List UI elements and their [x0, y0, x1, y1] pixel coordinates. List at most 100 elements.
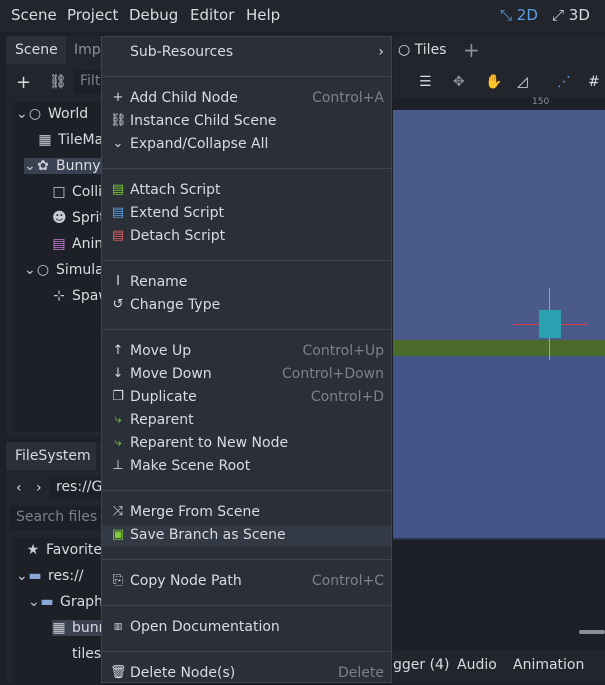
menu-item-sub-resources[interactable]: Sub-Resources ›: [102, 42, 391, 64]
menu-separator: [102, 651, 391, 652]
mode-3d-button[interactable]: ⤢ 3D: [552, 6, 590, 24]
menu-editor[interactable]: Editor: [190, 6, 234, 24]
pivot-icon[interactable]: ✥: [453, 74, 465, 90]
tab-audio[interactable]: Audio: [457, 657, 497, 673]
menu-item-reparent-to-new-node[interactable]: ⤷ Reparent to New Node: [102, 433, 391, 455]
path-field[interactable]: res://G: [50, 476, 102, 500]
tree-item-animation[interactable]: ▤ Anim: [52, 236, 108, 252]
rotate-icon: ↺: [112, 297, 124, 312]
circle-node-icon: ○: [36, 262, 50, 278]
tree-item-sprite[interactable]: ☻ Sprit: [52, 210, 105, 226]
tab-animation[interactable]: Animation: [513, 657, 584, 673]
scene-dock: Scene Imp + ⛓ Filt ⌄○ World ▦ TileMa ⌄✿ Bun…: [6, 36, 111, 436]
filesystem-dock: FileSystem ‹ › res://G Search files ★ Fav…: [6, 442, 118, 683]
menu-item-attach-script[interactable]: ▤ Attach Script: [102, 180, 391, 202]
back-arrow-icon[interactable]: ‹: [16, 480, 22, 496]
reparent-new-icon: ⤷: [114, 435, 122, 450]
tab-scene[interactable]: Scene: [15, 42, 58, 58]
menu-item-move-up[interactable]: ↑ Move Up Control+Up: [102, 341, 391, 363]
ground-tiles: [393, 340, 605, 356]
filter-input[interactable]: Filt: [74, 70, 101, 94]
menu-item-copy-node-path[interactable]: ⎘ Copy Node Path Control+C: [102, 571, 391, 593]
folder-icon: ▬: [28, 568, 42, 584]
tree-item-graphics[interactable]: ⌄▬ Graph: [28, 594, 103, 610]
menu-item-make-scene-root[interactable]: ⊥ Make Scene Root: [102, 456, 391, 478]
bunny-node-icon: ✿: [37, 158, 49, 174]
3d-mode-icon: ⤢: [552, 6, 565, 24]
snap-icon[interactable]: ⋰: [557, 74, 571, 90]
tree-item-tilemap[interactable]: ▦ TileMa: [38, 132, 103, 148]
collision-shape-icon: □: [52, 184, 66, 200]
animation-player-icon: ▤: [52, 236, 66, 252]
tree-item-favorites[interactable]: ★ Favorites: [26, 542, 110, 558]
search-files-input[interactable]: Search files: [10, 506, 101, 530]
tree-item-simulation[interactable]: ⌄○ Simula: [24, 262, 104, 278]
image-file-icon: ▦: [52, 620, 66, 636]
tree-item-res[interactable]: ⌄▬ res://: [16, 568, 84, 584]
rename-icon: I: [116, 274, 120, 289]
forward-arrow-icon[interactable]: ›: [36, 480, 42, 496]
menu-scene[interactable]: Scene: [11, 6, 57, 24]
menu-item-detach-script[interactable]: ▤ Detach Script: [102, 226, 391, 248]
reparent-icon: ⤷: [114, 412, 122, 427]
top-menubar: Scene Project Debug Editor Help ⤡ 2D ⤢ 3…: [0, 0, 605, 32]
tree-item-bunny[interactable]: ⌄✿ Bunny: [24, 158, 111, 174]
menu-item-add-child-node[interactable]: + Add Child Node Control+A: [102, 88, 391, 110]
menu-item-instance-child-scene[interactable]: ⛓ Instance Child Scene: [102, 111, 391, 133]
menu-separator: [102, 605, 391, 606]
menu-item-open-documentation[interactable]: ▥ Open Documentation: [102, 617, 391, 639]
2d-mode-icon: ⤡: [500, 6, 513, 24]
tab-tiles[interactable]: ○ Tiles: [398, 42, 446, 58]
viewport-toolbar: ○ Tiles + ☰ ✥ ✋ ◿ ⋰ # 150: [393, 36, 605, 110]
submenu-arrow-icon: ›: [378, 44, 384, 60]
tab-import[interactable]: Imp: [74, 42, 101, 58]
script-remove-icon: ▤: [111, 228, 125, 243]
menu-item-expand-collapse[interactable]: ⌄ Expand/Collapse All: [102, 134, 391, 156]
menu-separator: [102, 329, 391, 330]
move-down-icon: ↓: [112, 366, 124, 381]
menu-item-save-branch-as-scene[interactable]: ▣ Save Branch as Scene: [102, 525, 391, 547]
tree-item-world[interactable]: ⌄○ World: [16, 106, 88, 122]
menu-item-extend-script[interactable]: ▤ Extend Script: [102, 203, 391, 225]
ruler-icon[interactable]: ◿: [517, 74, 528, 90]
add-node-icon[interactable]: +: [16, 72, 31, 93]
trash-icon: 🗑: [110, 665, 127, 680]
add-tab-icon[interactable]: +: [463, 38, 480, 62]
menu-item-merge-from-scene[interactable]: ⤨ Merge From Scene: [102, 502, 391, 524]
menu-item-change-type[interactable]: ↺ Change Type: [102, 295, 391, 317]
sprite-icon: ☻: [52, 210, 67, 226]
tab-filesystem[interactable]: FileSystem: [15, 448, 91, 464]
menu-item-duplicate[interactable]: ❐ Duplicate Control+D: [102, 387, 391, 409]
menu-item-reparent[interactable]: ⤷ Reparent: [102, 410, 391, 432]
save-branch-icon: ▣: [111, 527, 125, 542]
menu-project[interactable]: Project: [67, 6, 118, 24]
menu-separator: [102, 559, 391, 560]
bottom-panel-tabs: gger (4) Audio Animation: [393, 650, 605, 683]
tab-debugger[interactable]: gger (4): [393, 657, 449, 673]
menu-item-rename[interactable]: I Rename: [102, 272, 391, 294]
menu-item-move-down[interactable]: ↓ Move Down Control+Down: [102, 364, 391, 386]
doc-icon: ▥: [113, 622, 123, 632]
plus-icon: +: [112, 90, 124, 105]
mode-2d-button[interactable]: ⤡ 2D: [500, 6, 538, 24]
copy-path-icon: ⎘: [112, 573, 124, 588]
scene-root-icon: ⊥: [112, 458, 124, 473]
scrollbar[interactable]: [579, 630, 605, 634]
menu-debug[interactable]: Debug: [129, 6, 178, 24]
canvas-viewport[interactable]: [393, 110, 605, 540]
horizontal-ruler: 150: [393, 97, 605, 110]
grid-snap-icon[interactable]: #: [588, 74, 600, 90]
position-node-icon: ⊹: [53, 288, 65, 304]
menu-help[interactable]: Help: [246, 6, 280, 24]
chevron-down-icon: ⌄: [112, 136, 124, 151]
star-icon: ★: [26, 542, 40, 558]
tiles-tab-icon: ○: [398, 42, 411, 58]
bunny-sprite[interactable]: [539, 310, 561, 338]
list-select-icon[interactable]: ☰: [419, 74, 432, 90]
duplicate-icon: ❐: [112, 389, 124, 404]
link-icon[interactable]: ⛓: [49, 74, 67, 90]
menu-separator: [102, 76, 391, 77]
circle-node-icon: ○: [28, 106, 42, 122]
pan-hand-icon[interactable]: ✋: [485, 74, 502, 90]
menu-item-delete-nodes[interactable]: 🗑 Delete Node(s) Delete: [102, 663, 391, 685]
